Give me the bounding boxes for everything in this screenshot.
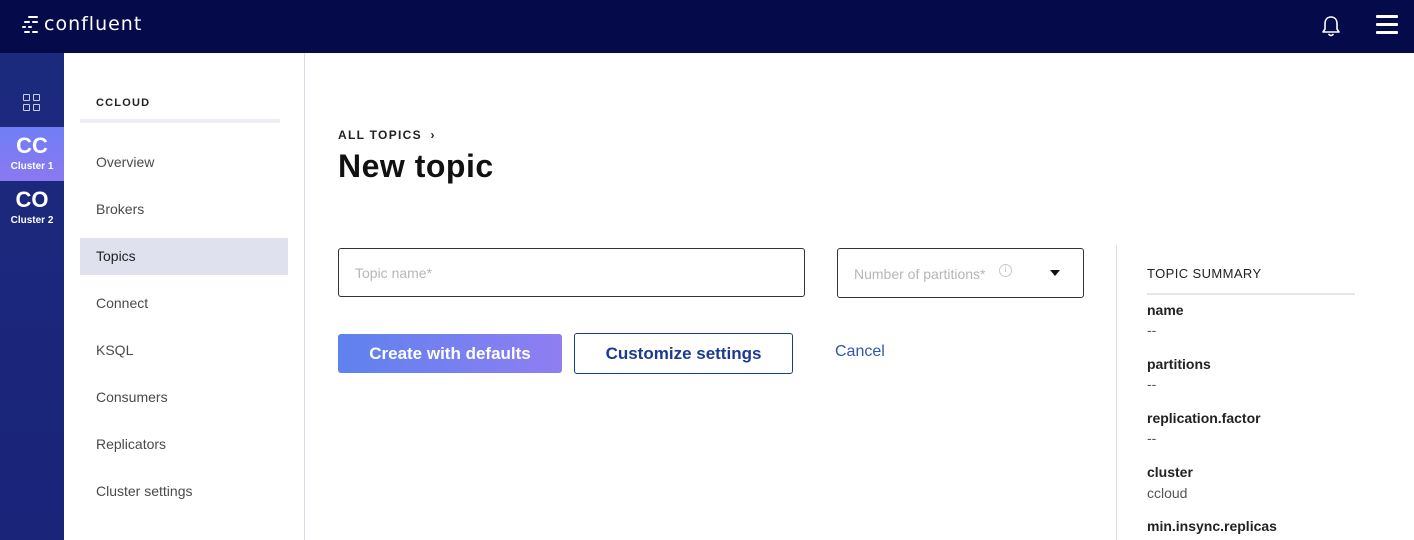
notifications-bell-icon[interactable] <box>1320 14 1342 38</box>
summary-value-name: -- <box>1147 322 1157 338</box>
logo-text: confluent <box>44 13 143 35</box>
summary-divider <box>1116 245 1117 540</box>
sidebar-item-connect[interactable]: Connect <box>80 285 288 322</box>
summary-value-cluster: ccloud <box>1147 485 1188 501</box>
sidebar-item-topics[interactable]: Topics <box>80 238 288 275</box>
caret-down-icon <box>1050 270 1060 276</box>
summary-key-partitions: partitions <box>1147 356 1211 372</box>
confluent-logo-icon <box>22 12 42 36</box>
customize-settings-button[interactable]: Customize settings <box>574 333 793 374</box>
topic-summary-title: TOPIC SUMMARY <box>1147 266 1262 281</box>
page-title: New topic <box>338 148 494 184</box>
top-bar: confluent <box>0 0 1414 53</box>
summary-key-cluster: cluster <box>1147 464 1193 480</box>
create-with-defaults-button[interactable]: Create with defaults <box>338 334 562 373</box>
cluster-2-button[interactable]: CO Cluster 2 <box>0 181 64 235</box>
sidebar: CCLOUD Overview Brokers Topics Connect K… <box>64 53 305 540</box>
cluster-name: Cluster 2 <box>10 215 54 226</box>
partitions-select[interactable]: Number of partitions* i <box>837 248 1084 298</box>
cluster-rail: CC Cluster 1 CO Cluster 2 <box>0 53 64 540</box>
sidebar-item-overview[interactable]: Overview <box>80 144 288 181</box>
breadcrumb[interactable]: ALL TOPICS › <box>338 128 436 142</box>
sidebar-cluster-title: CCLOUD <box>96 97 151 109</box>
grid-icon[interactable] <box>23 94 41 112</box>
breadcrumb-all-topics[interactable]: ALL TOPICS <box>338 128 422 142</box>
cluster-1-button[interactable]: CC Cluster 1 <box>0 127 64 181</box>
summary-rule <box>1147 293 1355 295</box>
sidebar-item-consumers[interactable]: Consumers <box>80 379 288 416</box>
cluster-name: Cluster 1 <box>10 161 54 172</box>
cluster-abbr: CO <box>15 187 49 212</box>
info-icon[interactable]: i <box>999 264 1012 277</box>
sidebar-item-ksql[interactable]: KSQL <box>80 332 288 369</box>
cluster-abbr: CC <box>16 133 48 158</box>
sidebar-divider <box>80 119 280 123</box>
summary-key-min-insync-replicas: min.insync.replicas <box>1147 518 1277 534</box>
chevron-right-icon: › <box>430 128 436 142</box>
summary-key-replication-factor: replication.factor <box>1147 410 1261 426</box>
hamburger-menu-icon[interactable] <box>1376 15 1398 35</box>
topic-name-input[interactable] <box>338 248 805 297</box>
partitions-placeholder: Number of partitions* <box>854 266 986 282</box>
sidebar-item-replicators[interactable]: Replicators <box>80 426 288 463</box>
summary-key-name: name <box>1147 302 1184 318</box>
confluent-logo[interactable]: confluent <box>22 12 142 36</box>
cancel-link[interactable]: Cancel <box>835 343 885 361</box>
sidebar-item-cluster-settings[interactable]: Cluster settings <box>80 473 288 510</box>
summary-value-partitions: -- <box>1147 376 1157 392</box>
sidebar-item-brokers[interactable]: Brokers <box>80 191 288 228</box>
summary-value-replication-factor: -- <box>1147 430 1157 446</box>
